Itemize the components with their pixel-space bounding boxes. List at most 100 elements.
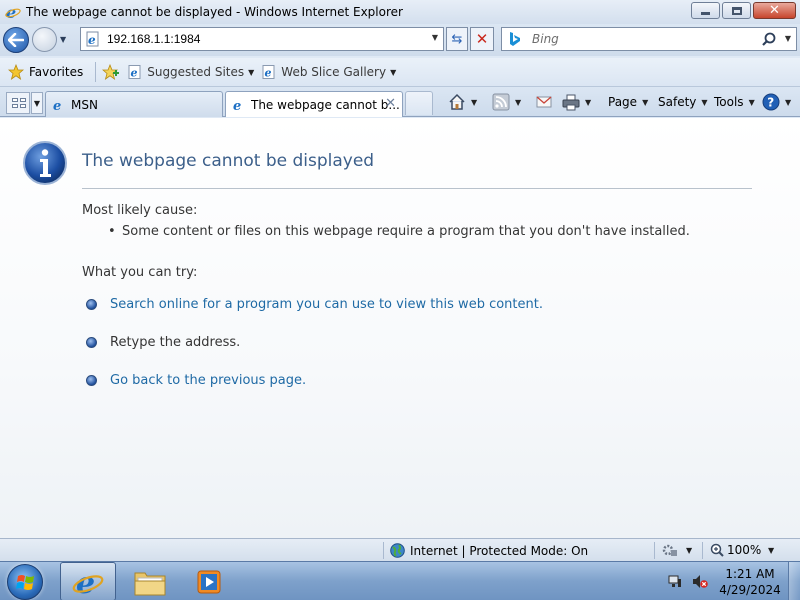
volume-muted-icon[interactable] (692, 574, 708, 589)
close-window-button[interactable]: ✕ (753, 2, 796, 19)
divider (654, 542, 655, 559)
tab-bar: ▼ e MSN e The webpage cannot b... ✕ ▼ ▼ (0, 87, 800, 117)
taskbar-windows-explorer[interactable] (122, 562, 178, 600)
security-zone[interactable]: Internet | Protected Mode: On (390, 543, 588, 558)
address-dropdown-icon[interactable]: ▼ (432, 33, 438, 42)
chevron-down-icon: ▼ (785, 97, 792, 107)
tab-label: The webpage cannot b... (251, 97, 400, 112)
mail-icon (536, 96, 552, 108)
favorites-button[interactable]: Favorites (8, 64, 83, 80)
cause-heading: Most likely cause: (82, 203, 198, 218)
bing-icon (510, 32, 520, 46)
arrow-left-icon (8, 33, 24, 47)
chevron-down-icon[interactable]: ▼ (768, 546, 774, 555)
help-menu[interactable]: ? ▼ (762, 91, 791, 113)
suggested-sites-link[interactable]: e Suggested Sites ▼ (128, 65, 254, 79)
taskbar-internet-explorer[interactable]: e (60, 562, 116, 600)
maximize-button[interactable] (722, 2, 751, 19)
bullet-icon (86, 337, 97, 348)
page-menu[interactable]: Page ▼ (608, 91, 648, 113)
search-box[interactable]: Bing ▼ (501, 27, 797, 51)
globe-icon (390, 543, 405, 558)
title-bar: e The webpage cannot be displayed - Wind… (0, 0, 800, 24)
svg-text:e: e (88, 33, 96, 47)
taskbar: e 1:21 AM 4/29/2024 (0, 561, 800, 600)
back-button[interactable] (3, 27, 29, 53)
svg-text:e: e (233, 99, 241, 112)
folder-icon (134, 572, 166, 595)
read-mail-button[interactable] (535, 91, 553, 113)
tools-menu-label: Tools (714, 95, 744, 109)
cause-list-item: • Some content or files on this webpage … (108, 224, 690, 239)
bullet-icon: • (108, 224, 116, 239)
go-back-link-text[interactable]: Go back to the previous page. (110, 373, 306, 388)
search-online-link-text[interactable]: Search online for a program you can use … (110, 297, 543, 312)
status-bar: Internet | Protected Mode: On ▼ 100% ▼ (0, 538, 800, 561)
go-back-link[interactable]: Go back to the previous page. (86, 373, 306, 388)
chevron-down-icon: ▼ (515, 97, 522, 107)
home-button[interactable]: ▼ (448, 91, 477, 113)
page-title: The webpage cannot be displayed (82, 151, 375, 171)
tools-menu[interactable]: Tools ▼ (714, 91, 755, 113)
chevron-down-icon: ▼ (248, 67, 255, 77)
close-icon: ✕ (769, 3, 780, 18)
quick-tabs-button[interactable] (6, 92, 30, 114)
clock[interactable]: 1:21 AM 4/29/2024 (716, 566, 784, 598)
search-online-link[interactable]: Search online for a program you can use … (86, 297, 543, 312)
forward-button[interactable] (32, 27, 57, 52)
bullet-icon (86, 375, 97, 386)
refresh-button[interactable]: ⇆ (446, 27, 468, 51)
svg-text:e: e (265, 67, 272, 80)
page-icon: e (86, 31, 99, 47)
refresh-icon: ⇆ (451, 31, 463, 47)
show-desktop-button[interactable] (788, 562, 800, 600)
search-icon[interactable] (762, 32, 776, 46)
tab-list-button[interactable]: ▼ (31, 92, 43, 114)
help-icon: ? (762, 93, 780, 111)
recent-pages-dropdown[interactable]: ▼ (60, 35, 66, 44)
zoom-value: 100% (727, 543, 762, 557)
svg-text:?: ? (767, 96, 774, 110)
tab-msn[interactable]: e MSN (45, 91, 223, 117)
suggested-sites-label: Suggested Sites (147, 65, 245, 79)
add-to-favorites-bar-icon[interactable] (102, 64, 120, 80)
ie-logo-icon: e (5, 4, 21, 20)
media-player-icon (197, 570, 221, 593)
chevron-down-icon: ▼ (642, 97, 649, 107)
safety-menu[interactable]: Safety ▼ (658, 91, 708, 113)
minimize-button[interactable] (691, 2, 720, 19)
suggestions-heading: What you can try: (82, 265, 198, 280)
chevron-down-icon: ▼ (701, 97, 708, 107)
page-menu-label: Page (608, 95, 638, 109)
start-button[interactable] (7, 564, 43, 600)
popup-blocker-icon[interactable] (662, 543, 678, 558)
divider (702, 542, 703, 559)
retype-address-text: Retype the address. (110, 335, 241, 350)
web-slice-gallery-link[interactable]: e Web Slice Gallery ▼ (262, 65, 396, 79)
window-title: The webpage cannot be displayed - Window… (26, 5, 403, 19)
search-input[interactable]: Bing (532, 32, 559, 46)
zoom-icon (710, 543, 724, 557)
bullet-icon (86, 299, 97, 310)
cause-text: Some content or files on this webpage re… (122, 224, 690, 239)
tab-label: MSN (71, 97, 98, 112)
address-bar[interactable]: e 192.168.1.1:1984 ▼ (80, 27, 444, 51)
ie-logo-icon: e (72, 566, 104, 598)
chevron-down-icon: ▼ (471, 97, 478, 107)
print-button[interactable]: ▼ (562, 91, 591, 113)
chevron-down-icon[interactable]: ▼ (686, 546, 692, 555)
feeds-button[interactable]: ▼ (492, 91, 521, 113)
star-icon (8, 64, 24, 80)
taskbar-media-player[interactable] (181, 562, 237, 600)
favorites-bar: Favorites e Suggested Sites ▼ e Web Slic… (0, 58, 800, 87)
tab-error-page[interactable]: e The webpage cannot b... ✕ (225, 91, 403, 117)
zoom-level[interactable]: 100% (710, 543, 761, 557)
info-icon (23, 141, 67, 185)
retype-address-item: Retype the address. (86, 335, 240, 350)
address-input[interactable]: 192.168.1.1:1984 (107, 32, 200, 46)
stop-button[interactable]: ✕ (470, 27, 494, 51)
new-tab-button[interactable] (405, 91, 433, 115)
network-icon[interactable] (668, 575, 682, 588)
close-tab-icon[interactable]: ✕ (385, 96, 396, 111)
search-options-dropdown[interactable]: ▼ (785, 34, 791, 43)
